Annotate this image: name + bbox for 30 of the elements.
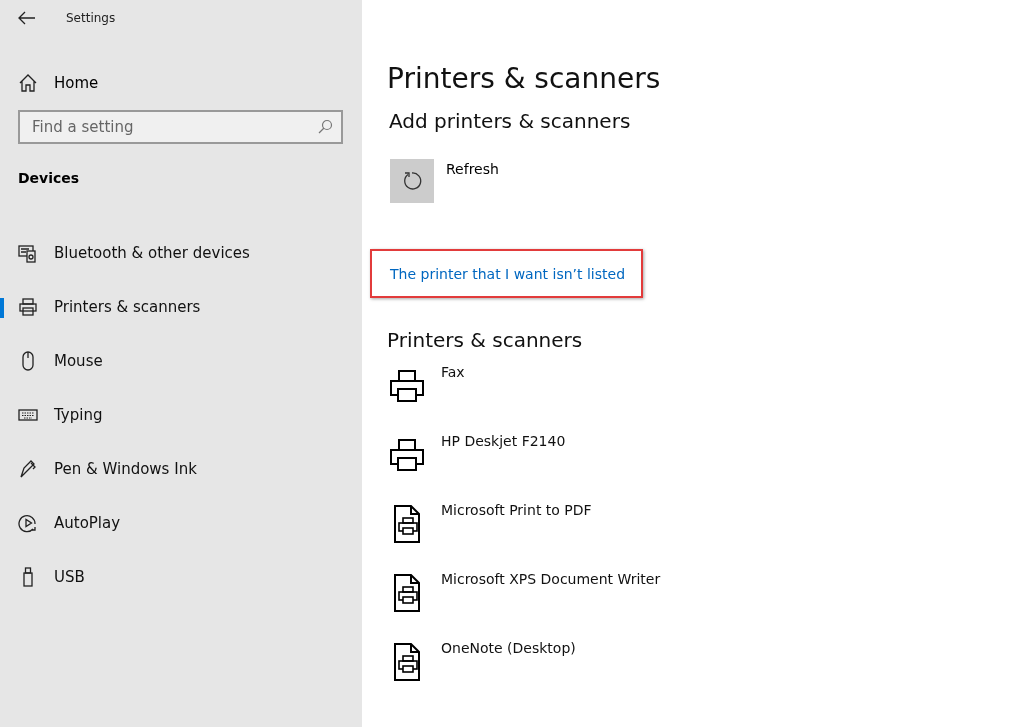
section-heading: Add printers & scanners <box>389 109 632 133</box>
back-button[interactable] <box>18 11 36 25</box>
section-heading: Printers & scanners <box>387 328 584 352</box>
page-title: Printers & scanners <box>387 62 662 95</box>
printer-name[interactable]: OneNote (Desktop) <box>441 640 576 690</box>
search-field[interactable]: Find a setting <box>18 110 343 144</box>
nav-item[interactable]: Typing <box>18 388 344 442</box>
play-circle-icon <box>18 513 38 533</box>
link[interactable]: The printer that I want isn’t listed <box>390 266 625 282</box>
printer-name[interactable]: HP Deskjet F2140 <box>441 433 566 483</box>
section-heading: Devices <box>18 170 81 186</box>
nav-item[interactable]: Printers & scanners <box>18 280 344 334</box>
nav-item[interactable]: Bluetooth & other devices <box>18 226 344 280</box>
nav-item[interactable]: USB <box>18 550 344 604</box>
refresh-icon <box>401 170 423 192</box>
window-title: Settings <box>66 11 116 25</box>
nav-item[interactable]: Mouse <box>18 334 344 388</box>
refresh-label: Refresh <box>446 161 499 179</box>
nav-item[interactable]: Pen & Windows Ink <box>18 442 344 496</box>
bluetooth-devices-icon <box>18 243 38 263</box>
printer-name[interactable]: Microsoft Print to PDF <box>441 502 592 552</box>
search-icon <box>317 119 333 135</box>
printer-name[interactable]: Fax <box>441 364 465 414</box>
home-item[interactable]: Home <box>18 66 99 100</box>
printer-name[interactable]: Microsoft XPS Document Writer <box>441 571 661 621</box>
home-icon <box>18 73 38 93</box>
pen-icon <box>18 459 38 479</box>
nav-item[interactable]: AutoPlay <box>18 496 344 550</box>
printer-icon <box>18 297 38 317</box>
refresh-button[interactable] <box>390 159 434 203</box>
